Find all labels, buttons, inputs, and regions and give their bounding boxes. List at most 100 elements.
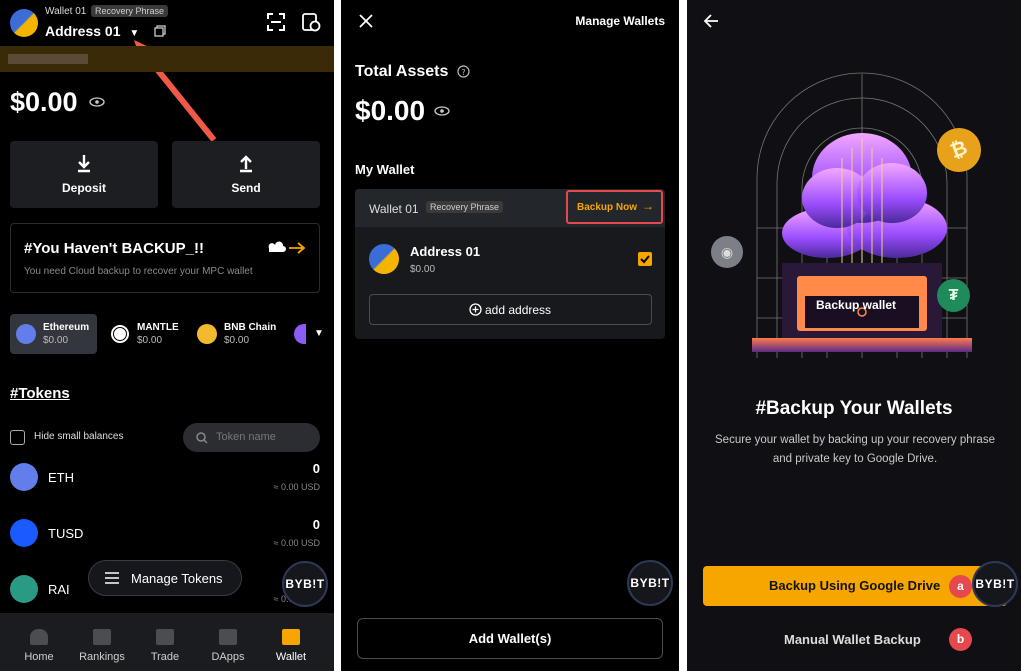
deposit-label: Deposit (61, 181, 106, 195)
wallet-icon (282, 629, 300, 645)
add-wallets-button[interactable]: Add Wallet(s) (357, 618, 663, 659)
scan-icon[interactable] (266, 12, 286, 32)
address-selected-checkbox[interactable] (638, 252, 652, 266)
nav-label: Wallet (275, 651, 307, 663)
check-icon (640, 255, 650, 264)
chain-name: MANTLE (137, 322, 179, 333)
chain-balance: $0.00 (137, 335, 163, 346)
mantle-icon (110, 324, 130, 344)
nav-home[interactable]: Home (14, 629, 64, 663)
backup-illustration (752, 72, 972, 358)
manage-tokens-label: Manage Tokens (131, 571, 223, 586)
token-row[interactable]: ETH 0 ≈ 0.00 USD (0, 458, 334, 500)
backup-warning-desc: You need Cloud backup to recover your MP… (24, 266, 253, 277)
illustration-label: Backup wallet (816, 298, 897, 312)
send-icon (240, 155, 252, 173)
menu-icon (105, 572, 119, 584)
blurred-banner-content (8, 54, 88, 64)
deposit-icon (78, 155, 90, 173)
cloud-arrow-icon (268, 241, 306, 254)
add-wallets-label: Add Wallet(s) (468, 631, 552, 646)
nav-dapps[interactable]: DApps (203, 629, 253, 663)
backup-warning-card[interactable]: #You Haven't BACKUP_!! You need Cloud ba… (10, 223, 320, 293)
nav-label: Rankings (79, 651, 125, 663)
svg-text:?: ? (461, 68, 465, 77)
nav-label: Home (24, 651, 54, 663)
annotation-marker-b: b (949, 628, 972, 651)
nav-label: DApps (211, 651, 245, 663)
back-arrow-icon[interactable] (703, 13, 719, 29)
address-name: Address 01 (410, 244, 481, 259)
help-icon[interactable]: ? (457, 65, 470, 78)
search-placeholder: Token name (216, 431, 276, 443)
hide-small-label: Hide small balances (34, 431, 124, 442)
chevron-down-icon[interactable]: ▼ (314, 328, 324, 339)
close-icon[interactable] (359, 14, 373, 28)
chain-balance: $0.00 (43, 335, 69, 346)
token-symbol: ETH (48, 470, 74, 485)
send-button[interactable]: Send (172, 141, 320, 208)
notice-banner[interactable] (0, 46, 334, 72)
bybit-float-button[interactable]: BYB!T (627, 560, 673, 606)
total-balance: $0.00 (10, 87, 78, 117)
nav-wallet[interactable]: Wallet (266, 629, 316, 663)
recovery-phrase-tag: Recovery Phrase (91, 5, 169, 17)
token-row[interactable]: TUSD 0 ≈ 0.00 USD (0, 514, 334, 556)
token-search-input[interactable]: Token name (183, 423, 320, 452)
backup-title: #Backup Your Wallets (755, 398, 953, 419)
token-symbol: TUSD (48, 526, 84, 541)
search-icon (196, 432, 208, 444)
rankings-icon (93, 629, 111, 645)
dapps-icon (219, 629, 237, 645)
eye-icon[interactable] (434, 106, 450, 116)
plus-circle-icon (469, 303, 482, 316)
nav-rankings[interactable]: Rankings (77, 629, 127, 663)
token-usd: ≈ 0.00 USD (273, 482, 320, 492)
tusd-icon (10, 519, 38, 547)
wallet-name: Wallet 01 (369, 202, 419, 216)
eye-icon[interactable] (89, 97, 105, 107)
manage-wallets-title: Manage Wallets (575, 14, 665, 28)
bybit-float-button[interactable]: BYB!T (282, 561, 328, 607)
token-amount: 0 (312, 461, 320, 476)
total-balance: $0.00 (355, 95, 426, 126)
backup-wallets-screen: Backup wallet ₿ ◉ ₮ #Backup Your Wallets… (687, 0, 1021, 671)
address-name: Address 01 (45, 23, 121, 39)
backup-warning-title: #You Haven't BACKUP_!! (24, 240, 204, 257)
add-address-button[interactable]: add address (369, 294, 652, 325)
manage-wallets-screen: Manage Wallets Total Assets ? $0.00 My W… (341, 0, 679, 671)
token-usd: ≈ 0.00 USD (273, 538, 320, 548)
wallet-avatar[interactable] (10, 9, 38, 37)
nav-label: Trade (150, 651, 180, 663)
token-amount: 0 (312, 517, 320, 532)
chain-item-ethereum[interactable]: Ethereum $0.00 (10, 314, 97, 354)
deposit-button[interactable]: Deposit (10, 141, 158, 208)
rai-icon (10, 575, 38, 603)
bnb-icon (197, 324, 217, 344)
manage-tokens-button[interactable]: Manage Tokens (88, 560, 242, 596)
backup-now-label: Backup Now (577, 202, 638, 213)
my-wallet-label: My Wallet (355, 162, 415, 177)
recovery-phrase-tag: Recovery Phrase (426, 201, 504, 213)
chain-item-bnb[interactable]: BNB Chain $0.00 (191, 314, 286, 354)
address-avatar (369, 244, 399, 274)
arrow-right-icon: → (642, 199, 654, 213)
tether-coin-icon: ₮ (937, 279, 970, 312)
chain-item-mantle[interactable]: MANTLE $0.00 (104, 314, 189, 354)
chain-balance: $0.00 (224, 335, 250, 346)
total-assets-label: Total Assets (355, 63, 449, 80)
bybit-float-button[interactable]: BYB!T (972, 561, 1018, 607)
more-chains-icon (294, 324, 306, 344)
history-icon[interactable] (301, 12, 321, 32)
address-selector[interactable]: Address 01 ▼ (45, 23, 139, 39)
token-symbol: RAI (48, 582, 70, 597)
wallet-home-screen: Wallet 01 Recovery Phrase Address 01 ▼ $… (0, 0, 334, 671)
wallet-name: Wallet 01 (45, 6, 87, 17)
ethereum-icon (16, 324, 36, 344)
hide-small-checkbox[interactable] (10, 430, 25, 445)
google-button-label: Backup Using Google Drive (769, 578, 941, 593)
backup-now-button[interactable]: Backup Now → (566, 190, 663, 224)
nav-trade[interactable]: Trade (140, 629, 190, 663)
silver-coin-icon: ◉ (711, 236, 743, 268)
manual-backup-button[interactable]: Manual Wallet Backup (784, 632, 921, 647)
